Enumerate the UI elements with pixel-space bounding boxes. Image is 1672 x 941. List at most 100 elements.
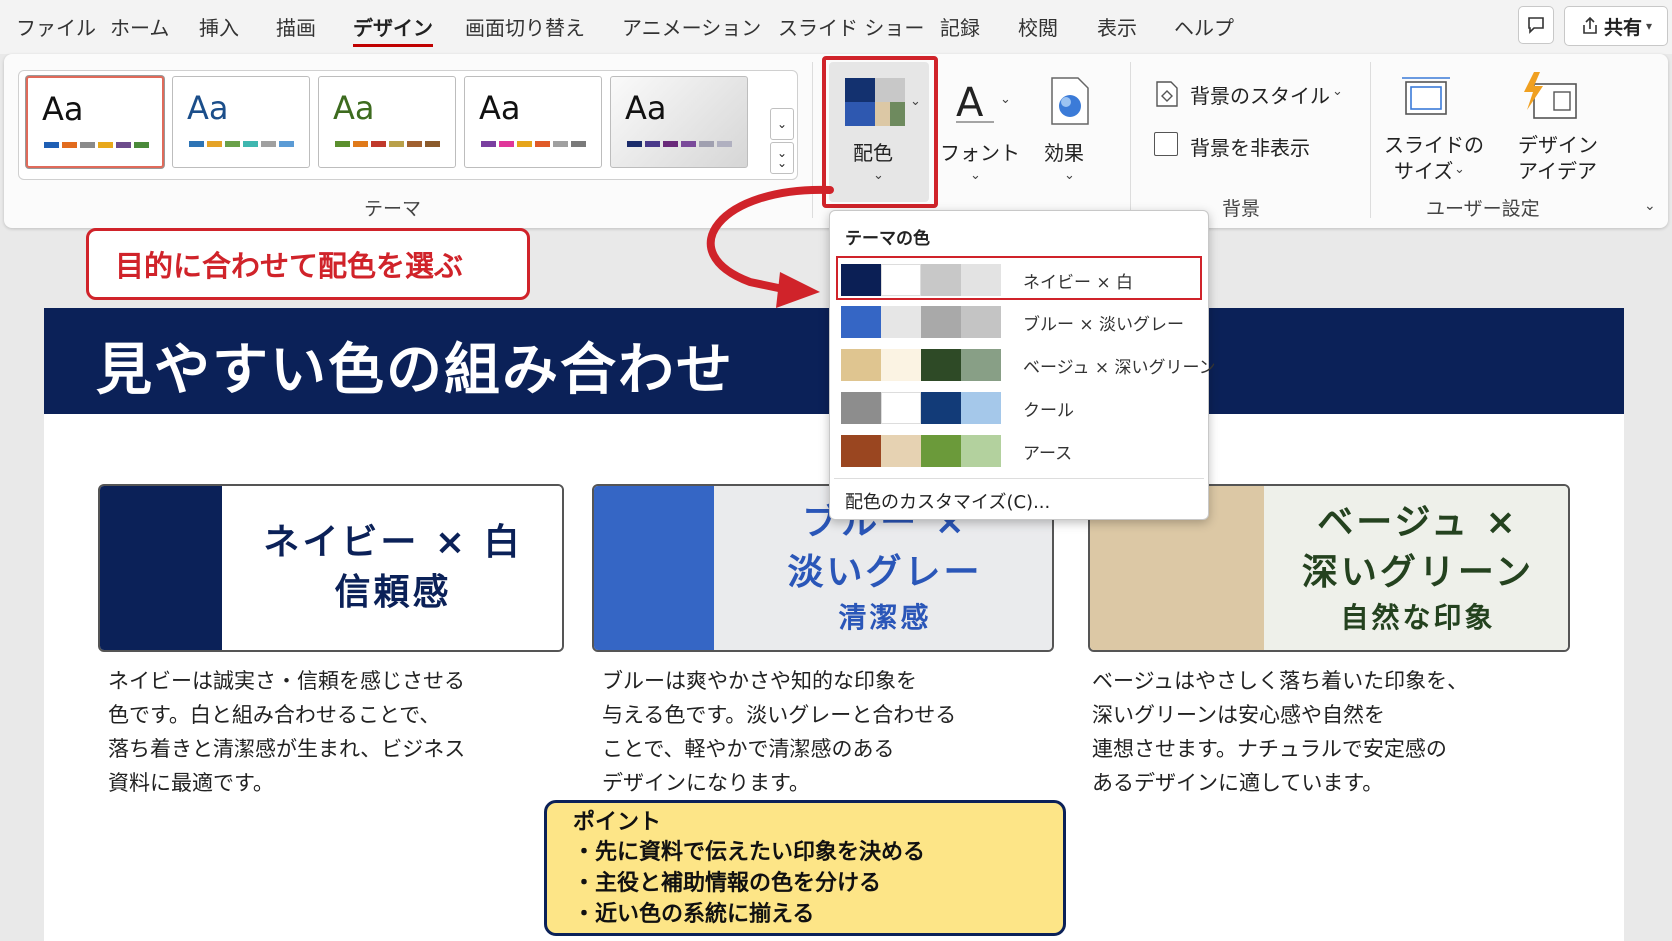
expand-more-icon: ⌄ ⌄ [776,146,788,170]
point-item: ・主役と補助情報の色を分ける [573,871,882,896]
share-label: 共有 [1603,16,1642,39]
theme-color-bar [62,142,77,148]
desc-line: 与える色です。淡いグレーと合わせる [602,703,957,727]
tab-design[interactable]: デザイン [353,12,433,41]
tab-view[interactable]: 表示 [1097,12,1137,41]
design-ideas-label-line2: アイデア [1518,159,1597,183]
theme-sample-text: Aa [187,89,229,127]
desc-line: 色です。白と組み合わせることで、 [108,703,441,727]
active-tab-indicator [353,44,433,47]
theme-thumbnail[interactable]: Aa [172,76,310,168]
chevron-down-icon: ⌄ [1064,168,1075,183]
tab-file[interactable]: ファイル [16,12,96,41]
color-swatch [921,435,961,467]
color-scheme-beige-green[interactable]: ベージュ × 深いグリーン [837,345,1216,385]
slide-size-button[interactable]: スライドの サイズ ⌄ [1378,66,1484,186]
color-swatch [921,349,961,381]
callout-label: 目的に合わせて配色を選ぶ [86,228,530,300]
effects-label: 効果 [1044,141,1084,165]
slide-size-label-line1: スライドの [1384,133,1484,157]
gallery-expand-button[interactable]: ⌄ ⌄ [770,142,794,174]
chevron-down-icon: ⌄ [1000,92,1011,107]
hide-background-checkbox[interactable]: 背景を非表示 [1152,130,1332,162]
fonts-button[interactable]: A ⌄ フォント ⌄ [938,62,1020,192]
color-swatch [961,392,1001,424]
card-title-line2: 深いグリーン [1301,552,1535,593]
card-subtitle: 自然な印象 [1340,601,1496,634]
theme-sample-text: Aa [42,90,84,128]
tab-animations[interactable]: アニメーション [622,12,761,41]
theme-color-bar [80,142,95,148]
theme-thumbnail[interactable]: Aa [610,76,748,168]
theme-color-bar [663,141,678,147]
color-swatch [881,392,921,424]
card-title-line2: 淡いグレー [787,552,983,593]
card-description-navy: ネイビーは誠実さ・信頼を感じさせる 色です。白と組み合わせることで、 落ち着きと… [108,664,465,800]
tab-home[interactable]: ホーム [110,12,169,41]
color-scheme-earth[interactable]: アース [837,431,1205,471]
theme-color-bar [389,141,404,147]
theme-color-bar [207,141,222,147]
desc-line: 連想させます。ナチュラルで安定感の [1092,737,1447,761]
tab-transitions[interactable]: 画面切り替え [465,12,585,41]
theme-color-bars [44,142,149,148]
card-description-beige: ベージュはやさしく落ち着いた印象を、 深いグリーンは安心感や自然を 連想させます… [1092,664,1468,800]
color-scheme-blue-lightgray[interactable]: ブルー × 淡いグレー [837,302,1205,342]
card-description-blue: ブルーは爽やかさや知的な印象を 与える色です。淡いグレーと合わせる ことで、軽や… [602,664,956,800]
card-subtitle: 信頼感 [334,572,452,613]
theme-color-bar [116,142,131,148]
card-content: ベージュ × 深いグリーン 自然な印象 [1264,486,1568,650]
dropdown-heading: テーマの色 [845,229,930,249]
divider [834,478,1204,479]
design-ideas-button[interactable]: デザイン アイデア [1506,66,1606,186]
effects-icon [1051,77,1089,125]
chevron-down-icon: ▾ [1645,19,1653,33]
slide-size-label-line2: サイズ [1394,159,1454,183]
customize-colors-menu-item[interactable]: 配色のカスタマイズ(C)... [845,488,1050,514]
card-swatch [594,486,714,650]
theme-color-bar [571,141,586,147]
theme-color-bar [353,141,368,147]
theme-color-bar [225,141,240,147]
theme-thumbnail[interactable]: Aa [26,76,164,168]
tab-slideshow[interactable]: スライド ショー [778,12,924,41]
color-swatch [961,435,1001,467]
color-swatch [841,306,881,338]
color-card-navy: ネイビー × 白 信頼感 [98,484,564,652]
theme-thumbnail[interactable]: Aa [464,76,602,168]
gallery-scroll-down-button[interactable]: ⌄ [770,108,794,140]
point-heading: ポイント [573,810,662,835]
background-style-button[interactable]: 背景のスタイル ⌄ [1152,78,1352,110]
background-style-label: 背景のスタイル [1190,84,1330,108]
card-title: ネイビー × 白 [263,522,523,563]
checkbox-icon [1154,132,1178,156]
slide-size-icon [1402,77,1450,115]
divider [1130,62,1131,218]
tab-review[interactable]: 校閲 [1018,12,1058,41]
theme-color-bar [44,142,59,148]
theme-color-bars [627,141,732,147]
tab-help[interactable]: ヘルプ [1174,12,1234,41]
tab-draw[interactable]: 描画 [276,12,316,41]
theme-color-bar [371,141,386,147]
desc-line: ブルーは爽やかさや知的な印象を [602,669,917,693]
theme-color-bar [553,141,568,147]
color-swatch [841,392,881,424]
desc-line: ネイビーは誠実さ・信頼を感じさせる [108,669,465,693]
comments-button[interactable] [1518,6,1554,44]
collapse-ribbon-icon[interactable]: ⌄ [1644,198,1656,214]
color-swatch [881,435,921,467]
color-swatch [921,306,961,338]
share-button[interactable]: 共有 ▾ [1564,6,1668,46]
color-scheme-cool[interactable]: クール [837,388,1205,428]
effects-button[interactable]: 効果 ⌄ [1030,62,1110,192]
card-swatch [100,486,222,650]
comment-icon [1528,17,1544,34]
fonts-label: フォント [940,141,1020,165]
theme-thumbnail[interactable]: Aa [318,76,456,168]
tab-insert[interactable]: 挿入 [199,12,239,41]
tab-record[interactable]: 記録 [940,12,980,41]
theme-color-bars [335,141,440,147]
chevron-down-icon: ⌄ [1454,162,1465,177]
point-box: ポイント ・先に資料で伝えたい印象を決める ・主役と補助情報の色を分ける ・近い… [544,800,1066,936]
